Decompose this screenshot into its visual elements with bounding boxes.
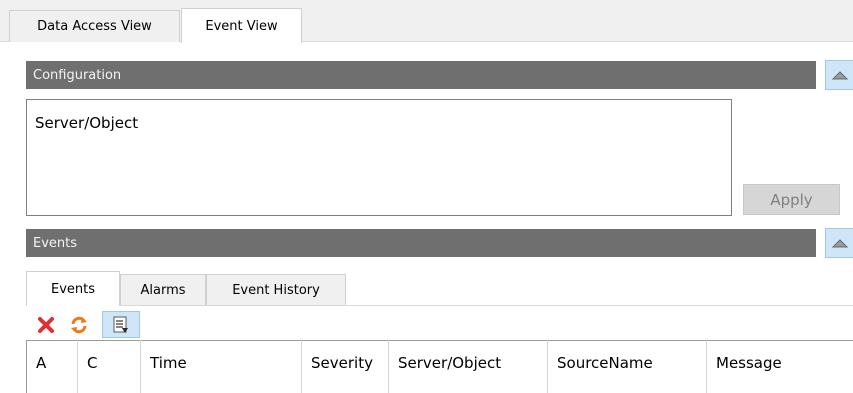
chevron-up-icon <box>831 71 849 80</box>
server-object-text: Server/Object <box>35 114 139 132</box>
column-header-a[interactable]: A <box>27 340 78 393</box>
collapse-events-button[interactable] <box>825 228 853 258</box>
apply-button[interactable]: Apply <box>743 184 840 215</box>
configuration-header: Configuration <box>26 61 816 89</box>
chevron-up-icon <box>831 239 849 248</box>
column-header-severity[interactable]: Severity <box>302 340 389 393</box>
column-header-server-object[interactable]: Server/Object <box>389 340 548 393</box>
refresh-button[interactable] <box>68 313 90 337</box>
server-object-field[interactable]: Server/Object <box>26 99 732 216</box>
column-header-time[interactable]: Time <box>141 340 302 393</box>
column-header-c[interactable]: C <box>78 340 141 393</box>
column-header-message[interactable]: Message <box>707 340 853 393</box>
tab-events[interactable]: Events <box>26 271 120 306</box>
refresh-icon <box>71 316 87 334</box>
tab-event-history[interactable]: Event History <box>206 274 346 305</box>
configuration-title: Configuration <box>33 67 122 83</box>
column-view-button[interactable] <box>102 311 140 338</box>
tab-data-access-view[interactable]: Data Access View <box>9 10 180 42</box>
delete-button[interactable] <box>35 313 57 337</box>
tab-alarms[interactable]: Alarms <box>120 274 206 305</box>
column-header-sourcename[interactable]: SourceName <box>548 340 707 393</box>
delete-icon <box>38 317 54 333</box>
collapse-configuration-button[interactable] <box>825 60 853 90</box>
column-view-icon <box>113 316 128 333</box>
events-header: Events <box>26 229 816 257</box>
events-title: Events <box>33 235 78 251</box>
inner-tab-divider <box>26 305 853 306</box>
tab-event-view[interactable]: Event View <box>181 8 302 43</box>
